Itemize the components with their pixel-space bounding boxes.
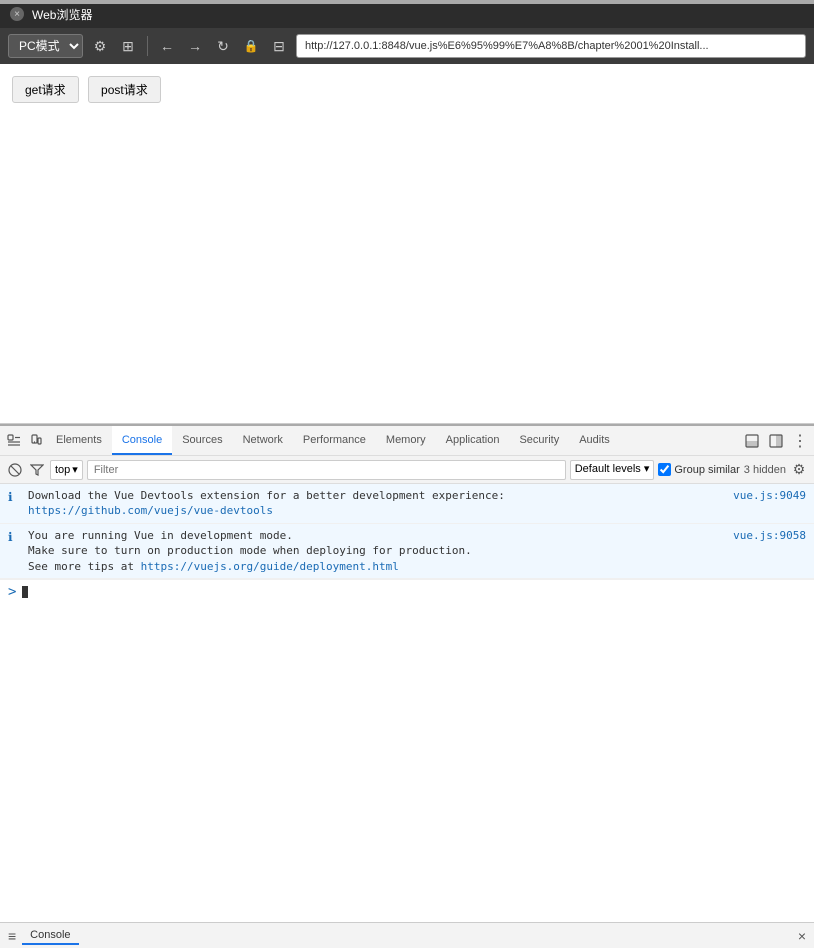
settings-icon[interactable]: ⚙ [89, 35, 111, 57]
title-bar: × Web浏览器 [0, 0, 814, 28]
toolbar-divider [147, 36, 148, 56]
devtools-tabbar: Elements Console Sources Network Perform… [0, 426, 814, 456]
info-icon-2: ℹ [8, 528, 22, 546]
browser-content: get请求 post请求 [0, 64, 814, 424]
filter-icon[interactable] [28, 461, 46, 479]
address-text: http://127.0.0.1:8848/vue.js%E6%95%99%E7… [305, 40, 709, 52]
info-icon: ℹ [8, 488, 22, 506]
browser-toolbar: PC模式 ⚙ ⊞ ← → ↻ 🔒 ⊟ http://127.0.0.1:8848… [0, 28, 814, 64]
filter-input[interactable] [87, 460, 566, 480]
message-2-source[interactable]: vue.js:9058 [733, 528, 806, 543]
tab-elements[interactable]: Elements [46, 426, 112, 455]
get-request-button[interactable]: get请求 [12, 76, 79, 103]
mode-select[interactable]: PC模式 [8, 34, 83, 58]
layout-icon[interactable]: ⊟ [268, 35, 290, 57]
tab-memory[interactable]: Memory [376, 426, 436, 455]
bottom-close-icon[interactable]: × [798, 928, 806, 944]
bottom-bar: ≡ Console × [0, 922, 814, 948]
lock-icon: 🔒 [240, 35, 262, 57]
devtools-top-icons [4, 431, 46, 451]
console-message-1: ℹ Download the Vue Devtools extension fo… [0, 484, 814, 524]
hidden-count: 3 hidden [744, 464, 786, 476]
devtools-panel: Elements Console Sources Network Perform… [0, 424, 814, 934]
tab-application[interactable]: Application [436, 426, 510, 455]
devtools-resize-controls [742, 431, 786, 451]
group-similar-label[interactable]: Group similar [658, 463, 739, 476]
inspect-element-icon[interactable] [4, 431, 24, 451]
deployment-link[interactable]: https://vuejs.org/guide/deployment.html [141, 560, 399, 573]
scope-select[interactable]: top ▾ [50, 460, 83, 480]
console-input-line[interactable]: > [0, 579, 814, 604]
devtools-more-icon[interactable]: ⋮ [790, 431, 810, 451]
resize-handle[interactable] [0, 0, 814, 4]
clear-console-icon[interactable] [6, 461, 24, 479]
close-button[interactable]: × [10, 7, 24, 21]
forward-button[interactable]: → [184, 35, 206, 57]
console-messages: ℹ Download the Vue Devtools extension fo… [0, 484, 814, 934]
display-icon[interactable]: ⊞ [117, 35, 139, 57]
log-level-select[interactable]: Default levels ▾ [570, 460, 655, 480]
group-similar-checkbox[interactable] [658, 463, 671, 476]
tab-performance[interactable]: Performance [293, 426, 376, 455]
tab-sources[interactable]: Sources [172, 426, 232, 455]
devtools-link[interactable]: https://github.com/vuejs/vue-devtools [28, 504, 273, 517]
console-cursor [22, 586, 28, 598]
tab-network[interactable]: Network [233, 426, 293, 455]
tab-audits[interactable]: Audits [569, 426, 620, 455]
message-2-content: You are running Vue in development mode.… [28, 528, 727, 574]
console-toolbar: top ▾ Default levels ▾ Group similar 3 h… [0, 456, 814, 484]
tab-console[interactable]: Console [112, 426, 172, 455]
console-prompt: > [8, 584, 16, 600]
message-1-content: Download the Vue Devtools extension for … [28, 488, 727, 519]
device-mode-icon[interactable] [26, 431, 46, 451]
bottom-menu-icon[interactable]: ≡ [8, 928, 16, 944]
address-bar[interactable]: http://127.0.0.1:8848/vue.js%E6%95%99%E7… [296, 34, 806, 58]
post-request-button[interactable]: post请求 [88, 76, 161, 103]
dock-icon[interactable] [742, 431, 762, 451]
message-1-source[interactable]: vue.js:9049 [733, 488, 806, 503]
devtools-tabs: Elements Console Sources Network Perform… [46, 426, 742, 455]
console-message-2: ℹ You are running Vue in development mod… [0, 524, 814, 579]
tab-security[interactable]: Security [509, 426, 569, 455]
bottom-console-tab[interactable]: Console [22, 927, 78, 945]
console-settings-icon[interactable]: ⚙ [790, 461, 808, 479]
back-button[interactable]: ← [156, 35, 178, 57]
refresh-button[interactable]: ↻ [212, 35, 234, 57]
window-title: Web浏览器 [32, 6, 92, 23]
undock-icon[interactable] [766, 431, 786, 451]
